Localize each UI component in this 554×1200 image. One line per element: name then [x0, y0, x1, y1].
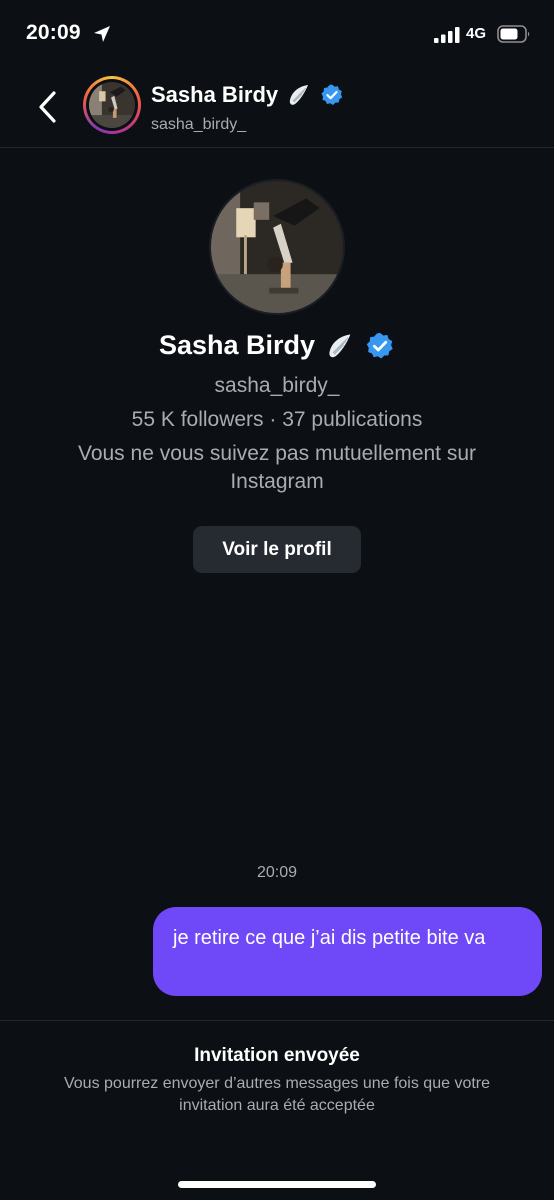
header-avatar[interactable] — [83, 76, 141, 134]
invitation-footer: Invitation envoyée Vous pourrez envoyer … — [0, 1020, 554, 1200]
network-label: 4G — [466, 25, 487, 42]
profile-name-row: Sasha Birdy — [0, 330, 554, 361]
verified-badge-icon — [321, 84, 343, 105]
home-indicator[interactable] — [178, 1181, 376, 1188]
header-username: sasha_birdy_ — [151, 116, 247, 133]
invitation-title: Invitation envoyée — [194, 1045, 360, 1066]
view-profile-button[interactable]: Voir le profil — [193, 526, 361, 573]
verified-badge-icon — [366, 332, 393, 358]
profile-username: sasha_birdy_ — [214, 374, 340, 397]
profile-photo — [211, 181, 343, 313]
angel-wing-emoji-icon — [289, 85, 309, 105]
status-time: 20:09 — [26, 21, 81, 44]
header-display-name: Sasha Birdy — [151, 82, 279, 107]
signal-icon — [434, 27, 460, 43]
profile-display-name: Sasha Birdy — [158, 330, 316, 360]
sent-message-bubble[interactable]: je retire ce que j’ai dis petite bite va — [153, 907, 542, 996]
location-arrow-icon — [94, 26, 110, 42]
mutual-follow-note: Vous ne vous suivez pas mutuellement sur… — [77, 442, 477, 493]
battery-icon — [497, 25, 530, 43]
message-timestamp: 20:09 — [256, 864, 298, 881]
header-name-row[interactable]: Sasha Birdy — [151, 82, 344, 108]
profile-stats: 55 K followers · 37 publications — [131, 408, 423, 431]
angel-wing-emoji-icon — [329, 333, 351, 357]
profile-photo — [89, 82, 135, 128]
chevron-left-icon — [39, 91, 56, 123]
chat-header: Sasha Birdy sasha_birdy_ — [0, 70, 554, 148]
back-button[interactable] — [30, 84, 64, 130]
profile-avatar[interactable] — [209, 179, 345, 315]
status-bar: 20:09 4G — [0, 0, 554, 70]
invitation-description: Vous pourrez envoyer d’autres messages u… — [63, 1075, 491, 1114]
